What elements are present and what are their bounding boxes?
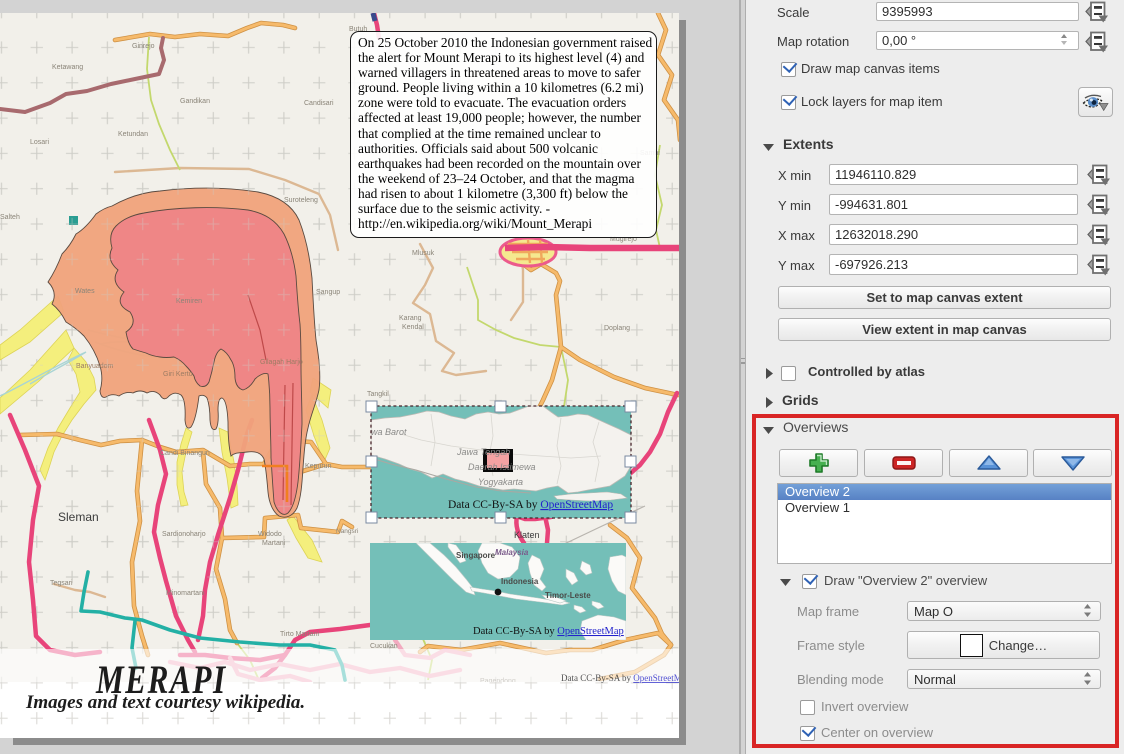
svg-text:Kendal: Kendal <box>402 324 424 331</box>
svg-text:Timor-Leste: Timor-Leste <box>545 591 591 600</box>
svg-text:Indonesia: Indonesia <box>501 577 539 586</box>
svg-text:Ketawang: Ketawang <box>52 64 83 71</box>
svg-text:Tirto Martani: Tirto Martani <box>280 631 319 638</box>
svg-text:Ketundan: Ketundan <box>118 131 148 138</box>
svg-text:Singapore: Singapore <box>456 551 496 560</box>
svg-text:Data CC-By-SA by OpenStreetMap: Data CC-By-SA by OpenStreetMap <box>561 673 691 683</box>
svg-text:Doplang: Doplang <box>604 325 630 332</box>
svg-text:Mlusuk: Mlusuk <box>412 250 435 257</box>
svg-text:Data CC-By-SA by OpenStreetMap: Data CC-By-SA by OpenStreetMap <box>473 626 624 637</box>
svg-text:Klaten: Klaten <box>514 530 540 540</box>
svg-text:Tangkil: Tangkil <box>367 391 389 398</box>
svg-text:Karang: Karang <box>399 315 422 322</box>
svg-text:Candisari: Candisari <box>304 100 334 107</box>
svg-text:Nangsri: Nangsri <box>336 528 358 535</box>
svg-text:Ginrejo: Ginrejo <box>132 43 155 50</box>
svg-text:Cucukan: Cucukan <box>370 643 398 650</box>
svg-text:Malaysia: Malaysia <box>495 548 529 557</box>
svg-text:Losari: Losari <box>30 139 50 146</box>
svg-text:Minomartani: Minomartani <box>166 590 205 597</box>
svg-text:Salteh: Salteh <box>0 214 20 221</box>
svg-text:Tegsari: Tegsari <box>50 580 73 587</box>
svg-text:Gandikan: Gandikan <box>180 98 210 105</box>
